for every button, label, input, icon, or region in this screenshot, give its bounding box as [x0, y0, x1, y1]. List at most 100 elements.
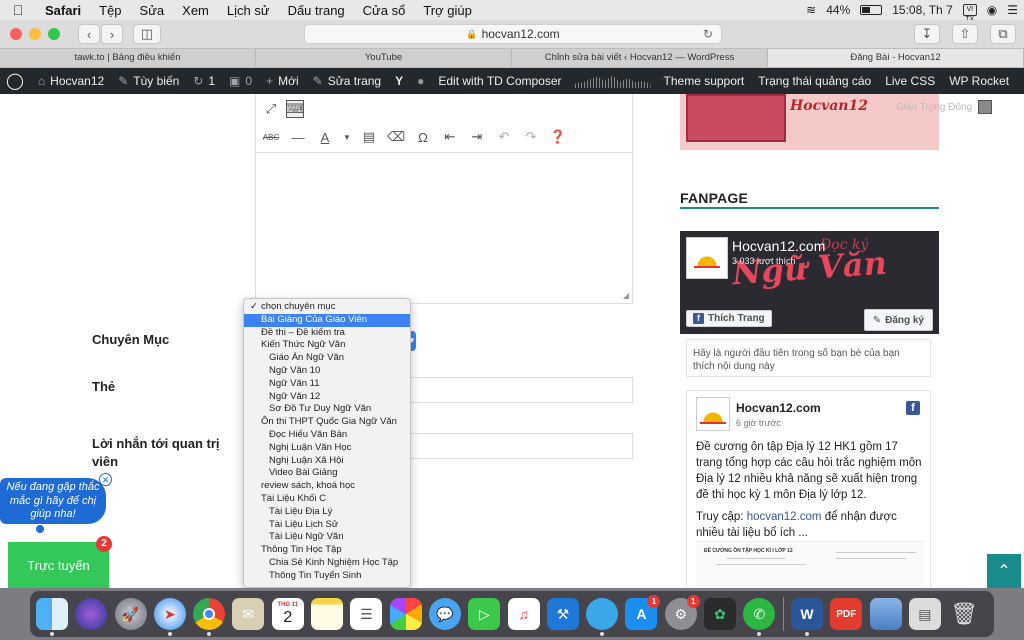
dropdown-option[interactable]: Thông Tin Học Tập: [244, 544, 410, 557]
dropdown-option[interactable]: Tài Liệu Ngữ Văn: [244, 531, 410, 544]
dropdown-option[interactable]: Đề thi – Đề kiểm tra: [244, 327, 410, 340]
input-source-icon[interactable]: VI TX: [962, 4, 977, 23]
finder-icon[interactable]: [36, 598, 68, 636]
wifi-icon[interactable]: ≋: [806, 3, 816, 17]
close-window-button[interactable]: [10, 28, 22, 40]
td-composer-link[interactable]: Edit with TD Composer: [431, 74, 568, 88]
close-icon[interactable]: ✕: [99, 473, 112, 486]
dropdown-option[interactable]: Nghị Luận Xã Hội: [244, 455, 410, 468]
user-icon[interactable]: ◉: [987, 3, 997, 17]
music-icon[interactable]: ♫: [507, 598, 540, 630]
strikethrough-icon[interactable]: ABC: [262, 128, 280, 146]
dropdown-option[interactable]: review sách, khoá học: [244, 480, 410, 493]
facebook-page-plugin[interactable]: Đọc ký Ngữ Văn Hocvan12.com 3.033 lượt t…: [680, 231, 939, 334]
app-shield-icon[interactable]: [586, 598, 619, 636]
dropdown-option[interactable]: Bài Giảng Của Giáo Viên: [244, 313, 410, 327]
wp-new-menu[interactable]: + Mới: [259, 74, 306, 88]
reminders-icon[interactable]: ☰: [350, 598, 383, 630]
dropdown-option[interactable]: Video Bài Giảng: [244, 467, 410, 480]
xcode-icon[interactable]: ⚒: [546, 598, 579, 630]
theme-support-link[interactable]: Theme support: [657, 74, 752, 88]
pdf-icon[interactable]: PDF: [830, 598, 863, 630]
preview-icon[interactable]: [869, 598, 902, 630]
system-preferences-icon[interactable]: ⚙ 1: [664, 595, 700, 630]
whatsapp-icon[interactable]: ✆: [743, 598, 776, 636]
launchpad-icon[interactable]: 🚀: [114, 598, 147, 630]
facetime-icon[interactable]: ▷: [468, 598, 501, 630]
chat-prompt-bubble[interactable]: Nếu đang gặp thắc mắc gì hãy để chị giúp…: [0, 478, 106, 524]
tab-overview-button[interactable]: ⧉: [990, 24, 1016, 44]
horizontal-line-icon[interactable]: —: [289, 128, 307, 146]
reload-icon[interactable]: ↻: [703, 27, 713, 41]
dropdown-option[interactable]: Ngữ Văn 12: [244, 391, 410, 404]
wp-updates-menu[interactable]: ↻ 1: [186, 74, 222, 88]
post-cta-link[interactable]: hocvan12.com: [747, 511, 822, 523]
wp-site-menu[interactable]: ⌂ Hocvan12: [31, 74, 111, 88]
resize-handle-icon[interactable]: ◢: [623, 291, 629, 300]
dropdown-option[interactable]: Chia Sẻ Kinh Nghiệm Học Tập: [244, 557, 410, 570]
control-center-icon[interactable]: ☰: [1007, 3, 1018, 17]
document-icon[interactable]: ▤: [908, 598, 941, 630]
admin-message-input[interactable]: [410, 433, 633, 459]
post-time[interactable]: 6 giờ trước: [736, 418, 781, 428]
editor-text-area[interactable]: [256, 154, 632, 302]
facebook-icon[interactable]: f: [906, 401, 920, 415]
dropdown-option[interactable]: Ngữ Văn 11: [244, 378, 410, 391]
yoast-icon[interactable]: Y: [388, 74, 410, 88]
redo-icon[interactable]: ↷: [522, 128, 540, 146]
tab-youtube[interactable]: YouTube: [256, 49, 512, 67]
chat-online-button[interactable]: Trực tuyến: [8, 542, 109, 588]
forward-button[interactable]: ›: [101, 24, 123, 44]
dropdown-option[interactable]: Tài Liệu Khối C: [244, 493, 410, 506]
page-logo[interactable]: [686, 237, 728, 279]
help-icon[interactable]: ❓: [549, 128, 567, 146]
menu-safari[interactable]: Safari: [36, 3, 90, 18]
address-bar[interactable]: 🔒 hocvan12.com ↻: [304, 24, 722, 44]
menu-history[interactable]: Lịch sử: [218, 3, 279, 18]
wp-customize-menu[interactable]: ✎ Tùy biến: [111, 74, 186, 88]
clock[interactable]: 15:08, Th 7: [892, 3, 953, 17]
live-css-link[interactable]: Live CSS: [878, 74, 942, 88]
dropdown-option[interactable]: Giáo Án Ngữ Văn: [244, 352, 410, 365]
ads-status-link[interactable]: Trạng thái quảng cáo: [751, 74, 878, 88]
indent-icon[interactable]: ⇥: [468, 128, 486, 146]
share-button[interactable]: ⇧: [952, 24, 978, 44]
menu-help[interactable]: Trợ giúp: [414, 3, 481, 18]
tab-post-article[interactable]: Đăng Bài - Hocvan12: [768, 49, 1024, 67]
mail-stamp-icon[interactable]: ✉: [232, 598, 265, 630]
wp-rocket-link[interactable]: WP Rocket: [942, 74, 1016, 88]
menu-view[interactable]: Xem: [173, 3, 218, 18]
tags-input[interactable]: [410, 377, 633, 403]
clear-format-icon[interactable]: ⌫: [387, 128, 405, 146]
app-store-icon[interactable]: A1: [625, 595, 661, 630]
zoom-window-button[interactable]: [48, 28, 60, 40]
menu-window[interactable]: Cửa sổ: [354, 3, 415, 18]
undo-icon[interactable]: ↶: [495, 128, 513, 146]
outdent-icon[interactable]: ⇤: [441, 128, 459, 146]
sidebar-toggle-button[interactable]: ◫: [133, 24, 161, 44]
dropdown-option[interactable]: ✓ chọn chuyên mục: [244, 301, 410, 314]
minimize-window-button[interactable]: [29, 28, 41, 40]
tab-tawk[interactable]: tawk.to | Bảng điều khiển: [0, 49, 256, 67]
calendar-icon[interactable]: THG 11 2: [271, 598, 304, 630]
dropdown-arrow-icon[interactable]: ▼: [343, 128, 351, 146]
photos-icon[interactable]: [389, 598, 422, 630]
back-button[interactable]: ‹: [78, 24, 100, 44]
post-avatar[interactable]: [696, 397, 730, 431]
battery-icon[interactable]: [860, 5, 883, 15]
category-dropdown[interactable]: ✓ chọn chuyên mục Bài Giảng Của Giáo Viên…: [243, 298, 411, 588]
menu-file[interactable]: Tệp: [90, 3, 130, 18]
apple-menu-icon[interactable]: : [0, 2, 36, 18]
downloads-button[interactable]: ↧: [914, 24, 940, 44]
post-author[interactable]: Hocvan12.com: [736, 401, 821, 415]
wp-edit-page-menu[interactable]: ✎ Sửa trang: [306, 74, 388, 88]
dropdown-option[interactable]: Ngữ Văn 10: [244, 365, 410, 378]
safari-icon[interactable]: ➤: [153, 598, 186, 636]
dropdown-option[interactable]: Đọc Hiểu Văn Bản: [244, 429, 410, 442]
fullscreen-icon[interactable]: ⤢: [262, 100, 280, 118]
dropdown-option[interactable]: Sơ Đồ Tư Duy Ngữ Văn: [244, 403, 410, 416]
text-color-icon[interactable]: A: [316, 128, 334, 146]
dropdown-option[interactable]: Tài Liệu Địa Lý: [244, 506, 410, 519]
special-char-icon[interactable]: Ω: [414, 128, 432, 146]
wp-logo-icon[interactable]: ◯: [0, 71, 31, 91]
